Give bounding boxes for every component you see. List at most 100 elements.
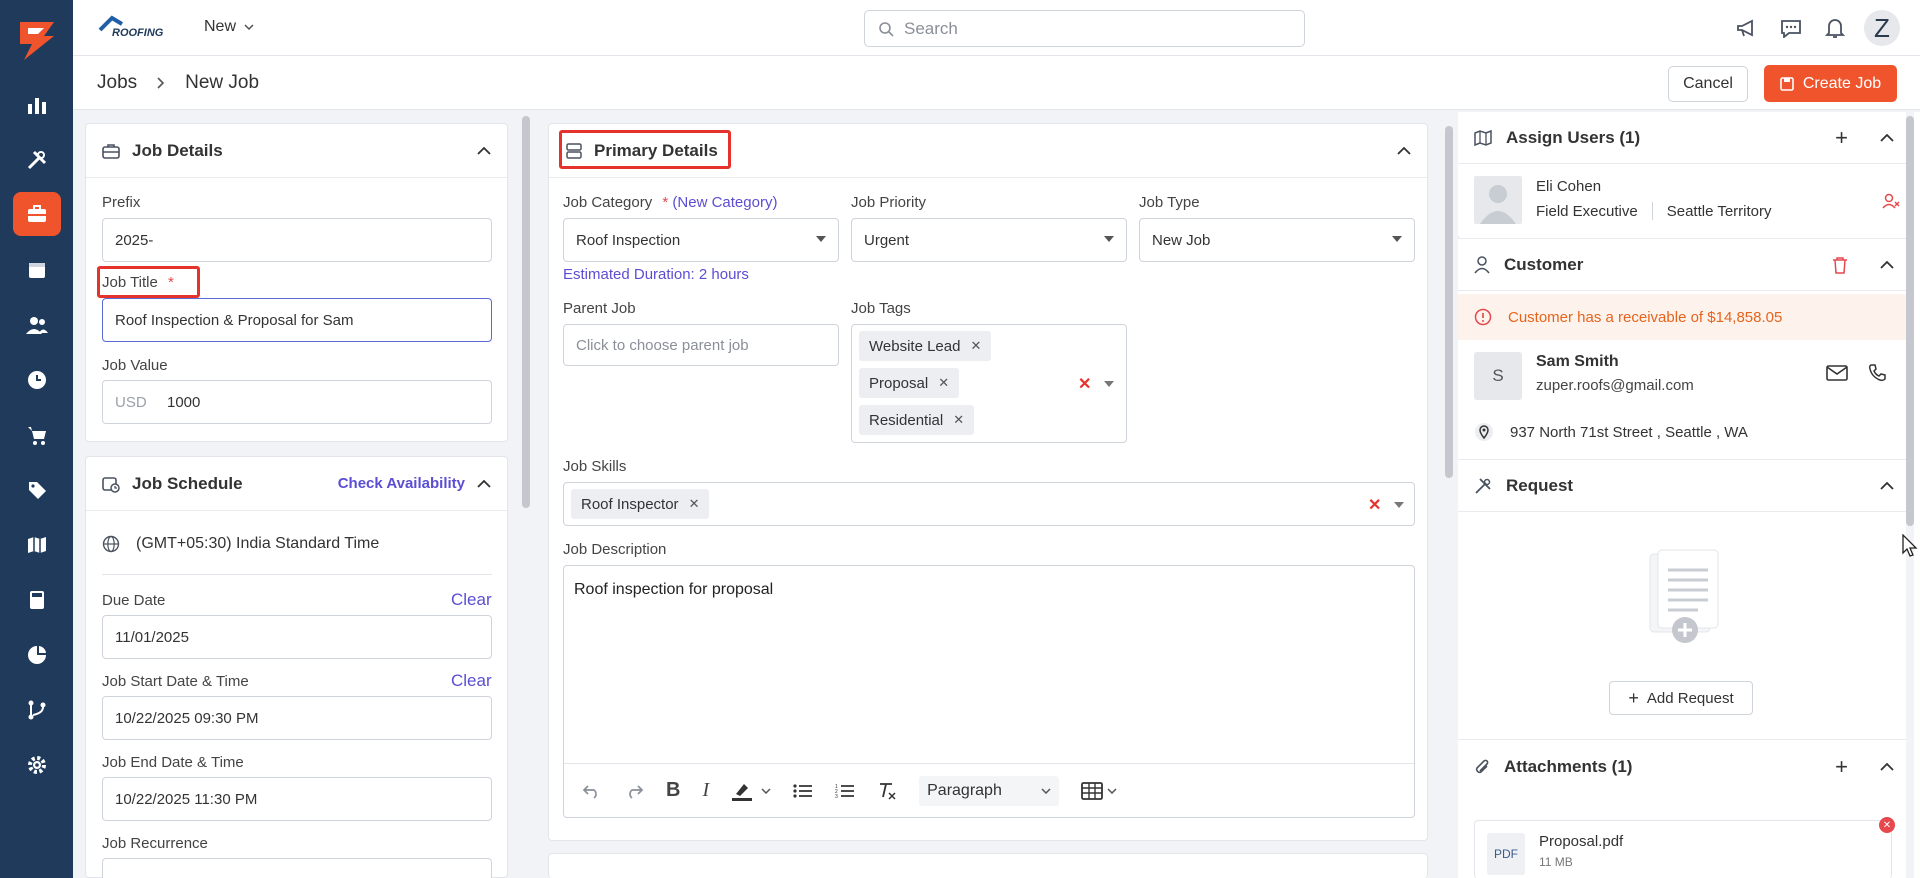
end-date-field[interactable]: 10/22/2025 11:30 PM — [102, 777, 492, 821]
clear-format-icon[interactable] — [877, 782, 897, 800]
request-section: Request + Add Request — [1458, 459, 1910, 739]
chevron-up-icon[interactable] — [1880, 260, 1894, 269]
primary-details-highlight — [559, 130, 731, 169]
chevron-up-icon[interactable] — [1880, 133, 1894, 142]
job-priority-select[interactable]: Urgent — [851, 218, 1127, 262]
remove-user-icon[interactable] — [1882, 192, 1900, 210]
start-date-field[interactable]: 10/22/2025 09:30 PM — [102, 696, 492, 740]
chevron-up-icon[interactable] — [477, 146, 491, 155]
trash-icon[interactable] — [1832, 256, 1848, 274]
assign-users-section: Assign Users (1) + Eli Cohen Field Execu… — [1458, 112, 1910, 236]
attachment-name[interactable]: Proposal.pdf — [1539, 833, 1623, 850]
nav-timesheet-icon[interactable] — [13, 358, 61, 402]
nav-tools-icon[interactable] — [13, 138, 61, 182]
bell-icon[interactable] — [1820, 10, 1850, 46]
nav-map-icon[interactable] — [13, 523, 61, 567]
nav-tag-icon[interactable] — [13, 468, 61, 512]
add-user-icon[interactable]: + — [1835, 125, 1848, 151]
attachment-item[interactable]: PDF Proposal.pdf 11 MB ✕ — [1474, 817, 1895, 878]
chevron-up-icon[interactable] — [477, 479, 491, 488]
table-icon[interactable] — [1081, 781, 1117, 800]
job-value-field[interactable]: USD 1000 — [102, 380, 492, 424]
breadcrumb-jobs-link[interactable]: Jobs — [97, 72, 137, 94]
paperclip-icon — [1475, 759, 1489, 774]
nav-jobs-icon[interactable] — [13, 192, 61, 236]
mail-icon[interactable] — [1826, 365, 1848, 381]
prefix-field[interactable]: 2025- — [102, 218, 492, 262]
caret-down-icon[interactable] — [1104, 381, 1114, 387]
due-date-field[interactable]: 11/01/2025 — [102, 615, 492, 659]
undo-icon[interactable] — [582, 783, 602, 799]
job-description-editor[interactable]: Roof inspection for proposal B I 123 Par… — [563, 565, 1415, 818]
brand-logo[interactable]: ROOFING — [98, 14, 178, 40]
nav-workflow-icon[interactable] — [13, 688, 61, 732]
clear-due-date-link[interactable]: Clear — [451, 590, 492, 610]
avatar[interactable]: Z — [1864, 10, 1900, 46]
user-avatar — [1474, 176, 1522, 224]
parent-job-label: Parent Job — [563, 300, 636, 317]
remove-tag-icon[interactable]: ✕ — [970, 338, 981, 354]
nav-settings-icon[interactable] — [13, 743, 61, 787]
job-skills-field[interactable]: Roof Inspector ✕ ✕ — [563, 482, 1415, 526]
nav-calculator-icon[interactable] — [13, 578, 61, 622]
nav-users-icon[interactable] — [13, 303, 61, 347]
megaphone-icon[interactable] — [1732, 10, 1762, 46]
check-availability-link[interactable]: Check Availability — [338, 475, 465, 492]
italic-icon[interactable]: I — [702, 779, 709, 802]
customer-name[interactable]: Sam Smith — [1536, 353, 1619, 371]
remove-attachment-icon[interactable]: ✕ — [1879, 817, 1895, 833]
nav-cart-icon[interactable] — [13, 413, 61, 457]
job-type-select[interactable]: New Job — [1139, 218, 1415, 262]
remove-skill-icon[interactable]: ✕ — [689, 496, 700, 512]
job-description-text[interactable]: Roof inspection for proposal — [574, 581, 773, 599]
left-scrollbar-thumb[interactable] — [522, 116, 530, 508]
customer-section: Customer Customer has a receivable of $1… — [1458, 238, 1910, 459]
chat-icon[interactable] — [1776, 10, 1806, 46]
create-job-button[interactable]: Create Job — [1764, 65, 1897, 102]
assign-users-header[interactable]: Assign Users (1) + — [1458, 112, 1910, 164]
job-title-field[interactable]: Roof Inspection & Proposal for Sam — [102, 298, 492, 342]
tag-label: Website Lead — [869, 337, 961, 355]
bullet-list-icon[interactable] — [793, 783, 813, 799]
nav-dashboard-icon[interactable] — [13, 83, 61, 127]
middle-scrollbar-thumb[interactable] — [1445, 126, 1453, 478]
search-input[interactable]: Search — [864, 10, 1305, 47]
clear-start-date-link[interactable]: Clear — [451, 671, 492, 691]
numbered-list-icon[interactable]: 123 — [835, 783, 855, 799]
clear-tags-icon[interactable]: ✕ — [1078, 374, 1091, 394]
nav-calendar-icon[interactable] — [13, 248, 61, 292]
chevron-up-icon[interactable] — [1397, 146, 1411, 155]
job-category-select[interactable]: Roof Inspection — [563, 218, 839, 262]
map-icon — [1474, 129, 1492, 146]
caret-down-icon[interactable] — [1394, 502, 1404, 508]
chevron-up-icon[interactable] — [1880, 481, 1894, 490]
request-header[interactable]: Request — [1458, 460, 1910, 512]
parent-job-field[interactable]: Click to choose parent job — [563, 324, 839, 366]
right-scrollbar-thumb[interactable] — [1906, 116, 1914, 526]
add-attachment-icon[interactable]: + — [1835, 754, 1848, 780]
job-tags-field[interactable]: Website Lead ✕ Proposal ✕ Residential ✕ ✕ — [851, 324, 1127, 443]
new-category-link[interactable]: (New Category) — [672, 194, 777, 211]
customer-email: zuper.roofs@gmail.com — [1536, 377, 1694, 394]
paragraph-select-value: Paragraph — [927, 781, 1002, 799]
new-menu[interactable]: New — [204, 18, 254, 36]
customer-header[interactable]: Customer — [1458, 239, 1910, 291]
remove-tag-icon[interactable]: ✕ — [938, 375, 949, 391]
attachments-header[interactable]: Attachments (1) + — [1458, 740, 1910, 794]
nav-reports-icon[interactable] — [13, 633, 61, 677]
redo-icon[interactable] — [624, 783, 644, 799]
phone-icon[interactable] — [1868, 364, 1886, 382]
clear-skills-icon[interactable]: ✕ — [1368, 495, 1381, 515]
recurrence-field[interactable] — [102, 858, 492, 878]
job-schedule-header[interactable]: Job Schedule Check Availability — [86, 457, 507, 511]
timezone-row[interactable]: (GMT+05:30) India Standard Time — [102, 535, 379, 553]
paragraph-select[interactable]: Paragraph — [919, 775, 1060, 806]
cancel-button[interactable]: Cancel — [1668, 66, 1748, 102]
highlight-color-icon[interactable] — [731, 781, 771, 801]
remove-tag-icon[interactable]: ✕ — [953, 412, 964, 428]
bold-icon[interactable]: B — [666, 779, 680, 802]
app-logo-icon[interactable] — [14, 18, 58, 62]
chevron-up-icon[interactable] — [1880, 763, 1894, 771]
job-details-header[interactable]: Job Details — [86, 124, 507, 178]
add-request-button[interactable]: + Add Request — [1609, 681, 1753, 715]
